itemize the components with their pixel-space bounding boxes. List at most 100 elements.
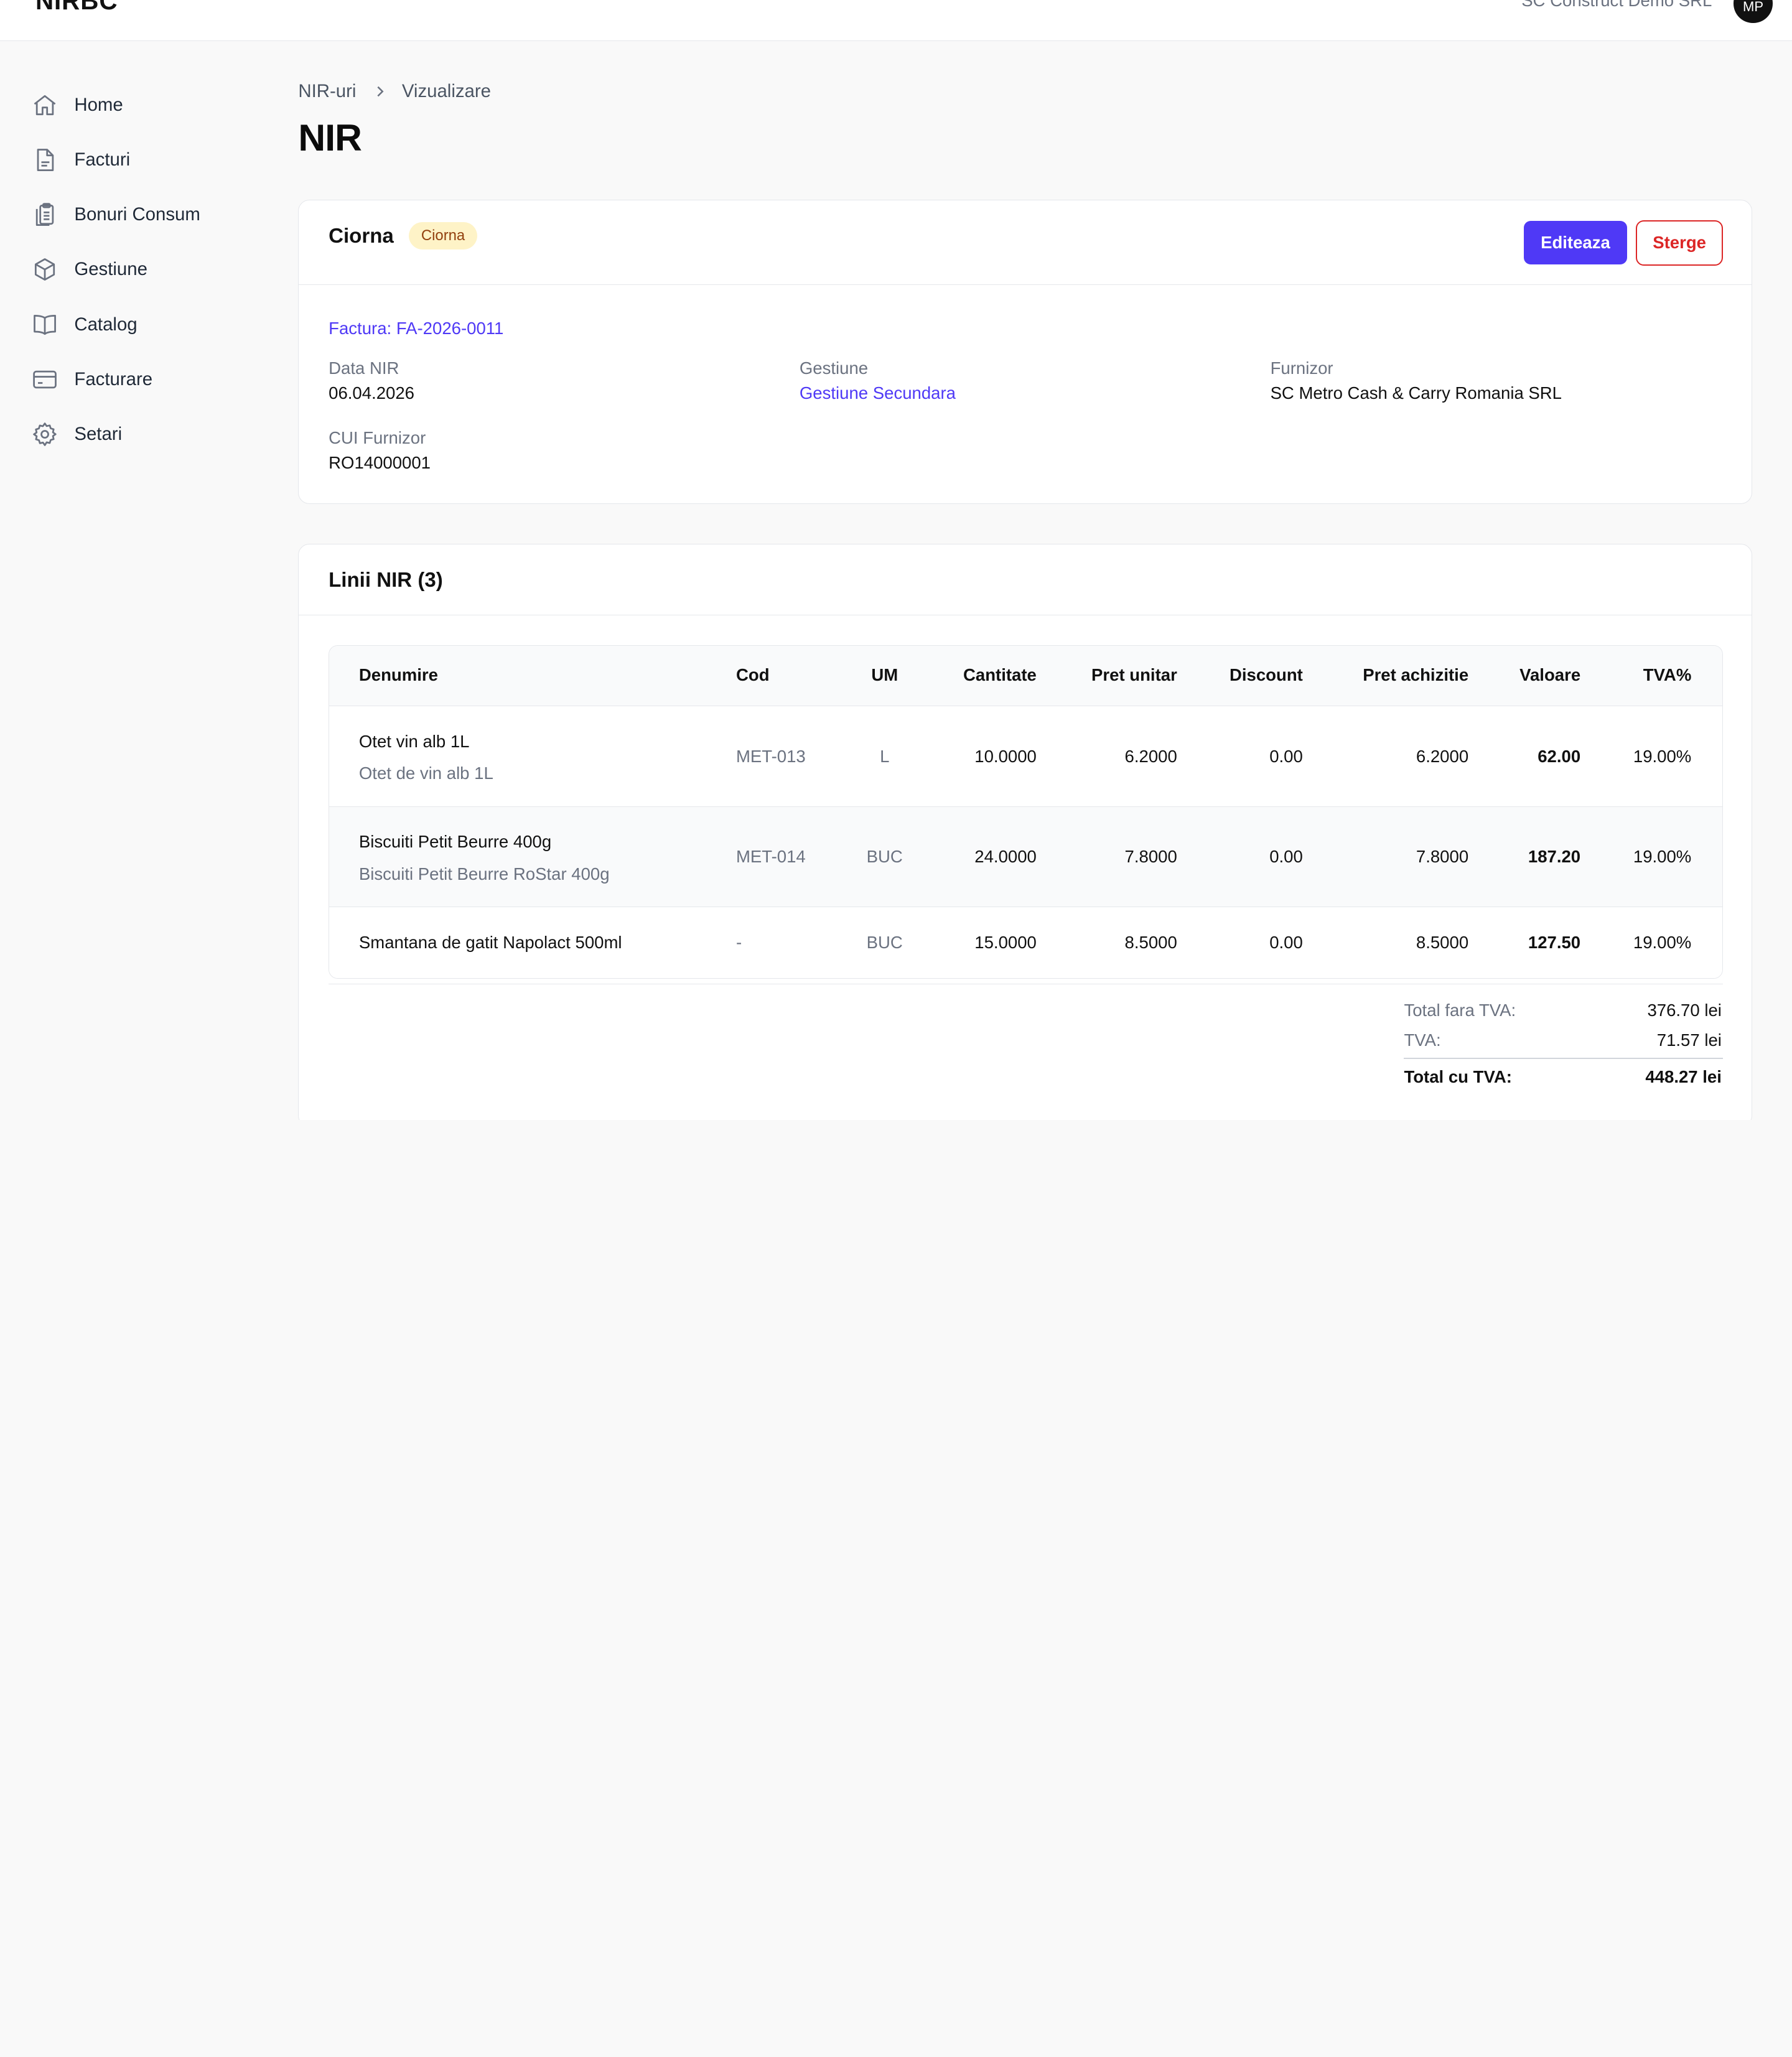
sidebar-item-catalog[interactable]: Catalog — [30, 307, 138, 342]
sidebar-item-facturi[interactable]: Facturi — [30, 143, 130, 177]
book-icon — [30, 310, 60, 340]
column-header-discount: Discount — [1229, 665, 1303, 685]
furnizor-value: SC Metro Cash & Carry Romania SRL — [1270, 383, 1562, 403]
cell-pret-unitar: 8.5000 — [1124, 932, 1177, 952]
sidebar-item-bonuri-consum[interactable]: Bonuri Consum — [30, 198, 200, 232]
sidebar-item-home[interactable]: Home — [30, 88, 123, 122]
cell-pret-unitar: 7.8000 — [1124, 847, 1177, 867]
breadcrumb: NIR-uri Vizualizare — [298, 81, 491, 102]
lines-table: Denumire Cod UM Cantitate Pret unitar Di… — [329, 645, 1723, 979]
sidebar-item-label: Catalog — [74, 314, 138, 335]
cell-um: BUC — [866, 932, 903, 952]
cell-cantitate: 24.0000 — [974, 847, 1037, 867]
chevron-right-icon — [373, 85, 387, 98]
cell-pret-unitar: 6.2000 — [1124, 746, 1177, 766]
column-header-valoare: Valoare — [1519, 665, 1581, 685]
cell-pret-achizitie: 8.5000 — [1416, 932, 1469, 952]
cui-furnizor-label: CUI Furnizor — [329, 427, 426, 447]
cell-tva: 19.00% — [1633, 847, 1692, 867]
edit-button[interactable]: Editeaza — [1524, 221, 1627, 265]
tva-label: TVA: — [1404, 1030, 1441, 1050]
cell-discount: 0.00 — [1269, 746, 1303, 766]
cell-subtitle: Biscuiti Petit Beurre RoStar 400g — [358, 864, 610, 884]
cell-denumire: Biscuiti Petit Beurre 400g — [358, 832, 552, 852]
column-header-cantitate: Cantitate — [963, 665, 1037, 685]
breadcrumb-link-nir-uri[interactable]: NIR-uri — [298, 81, 356, 102]
sidebar: Home Facturi Bonuri Consum Gestiune Cata… — [0, 41, 274, 1120]
totals-divider — [329, 983, 1723, 985]
table-row[interactable]: Smantana de gatit Napolact 500ml - BUC 1… — [329, 907, 1722, 979]
cell-cantitate: 10.0000 — [974, 746, 1037, 766]
cui-furnizor-value: RO14000001 — [329, 453, 431, 473]
page-title: NIR — [298, 116, 362, 159]
cell-valoare: 187.20 — [1528, 847, 1581, 867]
cell-cantitate: 15.0000 — [974, 932, 1037, 952]
column-header-cod: Cod — [735, 665, 770, 685]
cell-um: L — [880, 746, 890, 766]
sidebar-item-facturare[interactable]: Facturare — [30, 362, 152, 396]
column-header-denumire: Denumire — [358, 665, 438, 685]
sidebar-item-label: Home — [74, 94, 123, 115]
sidebar-item-gestiune[interactable]: Gestiune — [30, 253, 147, 287]
cell-tva: 19.00% — [1633, 932, 1692, 952]
cell-discount: 0.00 — [1269, 847, 1303, 867]
sidebar-item-label: Gestiune — [74, 259, 147, 280]
home-icon — [30, 90, 60, 120]
cell-subtitle: Otet de vin alb 1L — [358, 763, 493, 783]
company-name[interactable]: SC Construct Demo SRL — [1521, 0, 1712, 11]
avatar[interactable]: MP — [1734, 0, 1773, 23]
cell-pret-achizitie: 7.8000 — [1416, 847, 1469, 867]
card-header: Linii NIR (3) — [299, 544, 1752, 616]
cell-cod: - — [735, 932, 742, 952]
column-header-tva: TVA% — [1643, 665, 1692, 685]
table-row[interactable]: Biscuiti Petit Beurre 400g Biscuiti Peti… — [329, 806, 1722, 908]
sidebar-item-label: Facturare — [74, 368, 153, 389]
gear-icon — [30, 419, 60, 449]
delete-button[interactable]: Sterge — [1636, 220, 1723, 266]
column-header-pret-achizitie: Pret achizitie — [1363, 665, 1469, 685]
cell-cod: MET-013 — [735, 746, 806, 766]
totals-separator — [1404, 1057, 1723, 1059]
cell-discount: 0.00 — [1269, 932, 1303, 952]
furnizor-label: Furnizor — [1270, 358, 1333, 378]
total-fara-tva-label: Total fara TVA: — [1404, 1001, 1516, 1020]
status-badge: Ciorna — [408, 222, 478, 250]
tva-value: 71.57 lei — [1656, 1030, 1722, 1050]
cell-cod: MET-014 — [735, 847, 806, 867]
nir-lines-card: Linii NIR (3) Denumire Cod UM Cantitate … — [298, 544, 1752, 1120]
cell-denumire: Otet vin alb 1L — [358, 731, 470, 751]
data-nir-value: 06.04.2026 — [329, 383, 414, 403]
breadcrumb-current: Vizualizare — [401, 81, 492, 102]
app-logo[interactable]: NIRBC — [35, 0, 118, 16]
status-title: Ciorna — [329, 224, 394, 248]
box-icon — [30, 255, 60, 285]
credit-card-icon — [30, 365, 60, 394]
lines-title: Linii NIR (3) — [329, 568, 443, 592]
invoice-link[interactable]: Factura: FA-2026-0011 — [329, 319, 503, 338]
sidebar-item-label: Bonuri Consum — [74, 204, 200, 225]
column-header-pret-unitar: Pret unitar — [1091, 665, 1177, 685]
column-header-um: UM — [871, 665, 898, 685]
card-header: Ciorna Ciorna Editeaza Sterge — [299, 200, 1752, 286]
sidebar-item-setari[interactable]: Setari — [30, 417, 122, 451]
nir-details-card: Ciorna Ciorna Editeaza Sterge Factura: F… — [298, 200, 1752, 504]
cell-denumire: Smantana de gatit Napolact 500ml — [358, 932, 622, 952]
gestiune-link[interactable]: Gestiune Secundara — [800, 383, 956, 403]
total-cu-tva-value: 448.27 lei — [1645, 1066, 1722, 1086]
table-header: Denumire Cod UM Cantitate Pret unitar Di… — [329, 645, 1722, 707]
gestiune-label: Gestiune — [799, 358, 869, 378]
sidebar-item-label: Facturi — [74, 149, 131, 170]
clipboard-icon — [30, 200, 60, 230]
total-fara-tva-value: 376.70 lei — [1647, 1001, 1722, 1020]
cell-pret-achizitie: 6.2000 — [1416, 746, 1469, 766]
sidebar-item-label: Setari — [74, 423, 123, 444]
total-cu-tva-label: Total cu TVA: — [1404, 1066, 1512, 1086]
top-bar: NIRBC SC Construct Demo SRL MP — [0, 0, 1792, 42]
cell-um: BUC — [866, 847, 903, 867]
cell-valoare: 127.50 — [1528, 932, 1581, 952]
cell-valoare: 62.00 — [1538, 746, 1581, 766]
data-nir-label: Data NIR — [329, 358, 399, 378]
app-frame: NIRBC SC Construct Demo SRL MP Home Fact… — [0, 0, 1792, 1120]
table-row[interactable]: Otet vin alb 1L Otet de vin alb 1L MET-0… — [329, 706, 1722, 807]
document-icon — [30, 145, 60, 175]
